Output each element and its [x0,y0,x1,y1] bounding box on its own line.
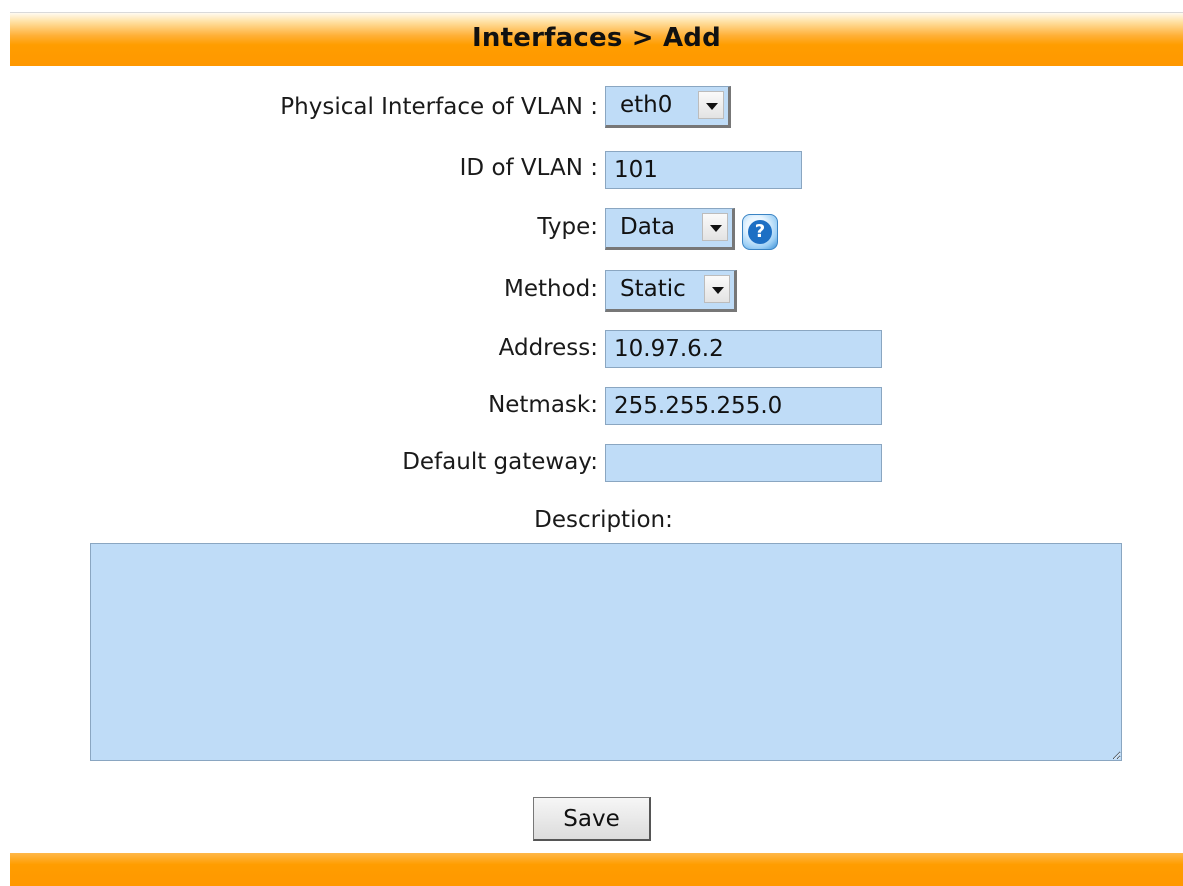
vlan-id-input[interactable] [605,151,802,189]
type-label: Type: [537,214,598,240]
help-icon[interactable]: ? [742,214,778,250]
chevron-down-icon[interactable] [702,213,728,241]
netmask-input[interactable] [605,387,882,425]
type-value: Data [620,214,675,240]
question-mark-icon: ? [748,220,772,244]
description-label: Description: [534,507,673,533]
default-gateway-label: Default gateway: [402,449,598,475]
footer-bar [10,853,1183,886]
header-bar: Interfaces > Add [10,12,1183,66]
vlan-id-label: ID of VLAN : [459,155,598,181]
method-label: Method: [503,276,598,302]
physical-interface-select[interactable]: eth0 [605,86,731,128]
physical-interface-label: Physical Interface of VLAN : [280,94,598,120]
description-textarea[interactable] [90,543,1122,761]
default-gateway-input[interactable] [605,444,882,482]
type-select[interactable]: Data [605,208,735,250]
physical-interface-value: eth0 [620,92,673,118]
save-button[interactable]: Save [533,797,651,841]
method-value: Static [620,276,686,302]
address-input[interactable] [605,330,882,368]
method-select[interactable]: Static [605,270,737,312]
chevron-down-icon[interactable] [704,275,730,303]
netmask-label: Netmask: [488,392,598,418]
chevron-down-icon[interactable] [698,91,724,119]
interfaces-add-page: Interfaces > Add Physical Interface of V… [0,0,1183,886]
address-label: Address: [498,335,598,361]
page-title: Interfaces > Add [472,23,721,53]
